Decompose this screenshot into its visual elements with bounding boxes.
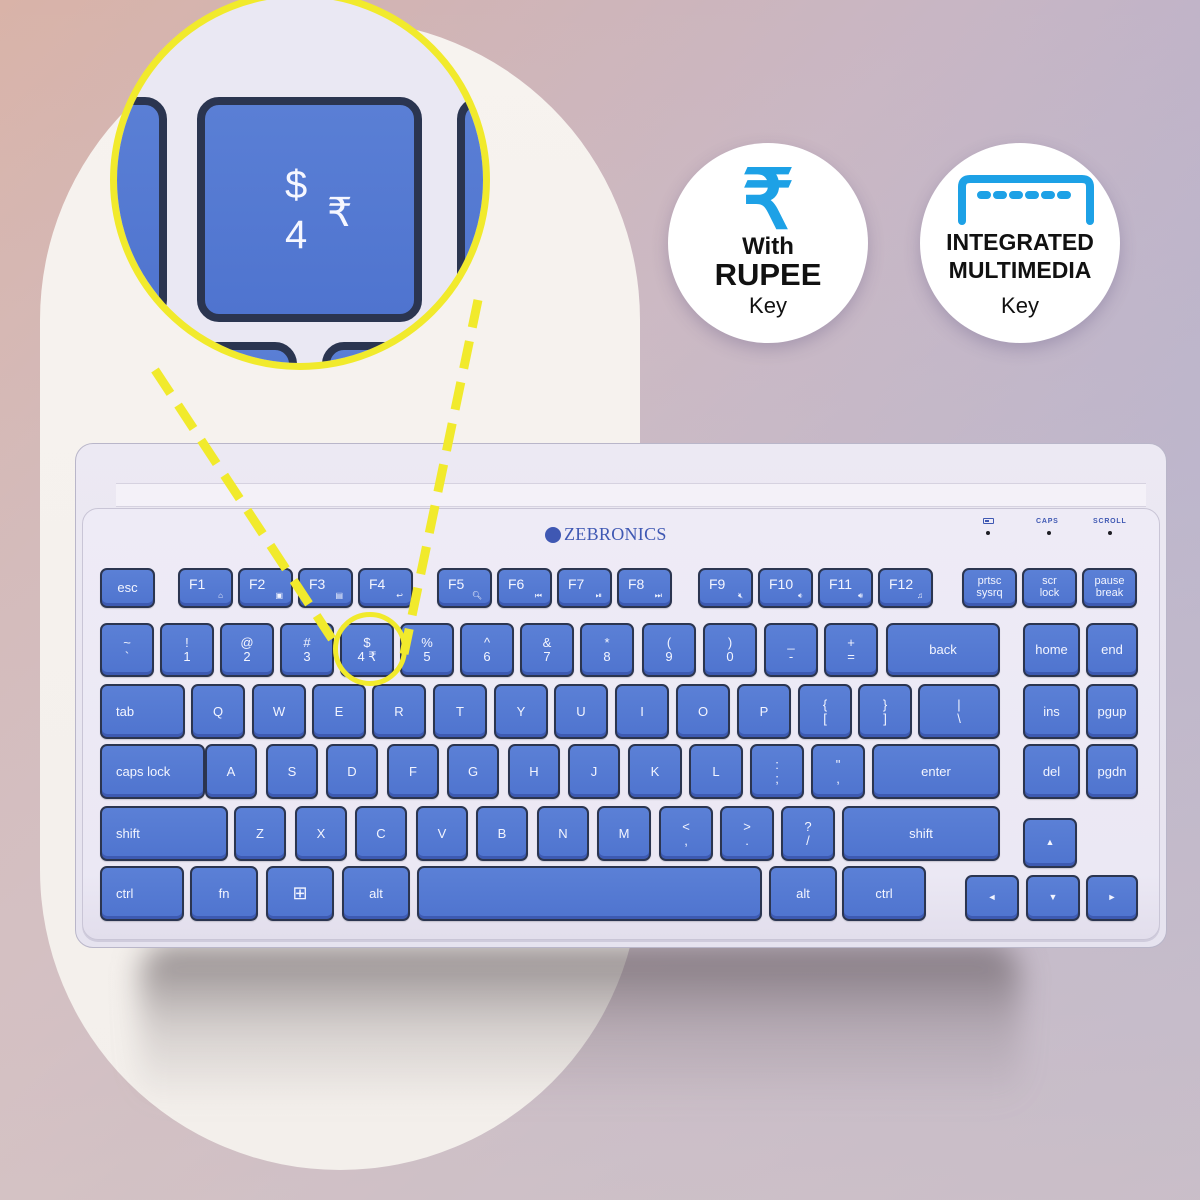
four-glyph: 4 <box>285 213 308 257</box>
zoom-key-rupee: $ 4 ₹ <box>197 97 422 322</box>
badge-rupee-line3: Key <box>749 293 787 318</box>
dollar-glyph: $ <box>285 163 308 207</box>
multimedia-key-badge: INTEGRATED MULTIMEDIA Key <box>920 143 1120 343</box>
zoom-key-left <box>117 97 167 322</box>
multimedia-bar-icon <box>958 175 1094 225</box>
badge-media-line2: MULTIMEDIA <box>948 257 1092 283</box>
rupee-key-badge: ₹ With RUPEE Key <box>668 143 868 343</box>
badge-media-line1: INTEGRATED <box>946 229 1094 255</box>
zoom-callout-circle: $ 4 ₹ <box>110 0 490 370</box>
badge-rupee-line2: RUPEE <box>714 257 822 292</box>
connector-line-left <box>151 367 342 651</box>
highlight-ring <box>333 612 407 686</box>
rupee-glyph: ₹ <box>327 191 353 235</box>
badge-media-line3: Key <box>1001 293 1039 318</box>
